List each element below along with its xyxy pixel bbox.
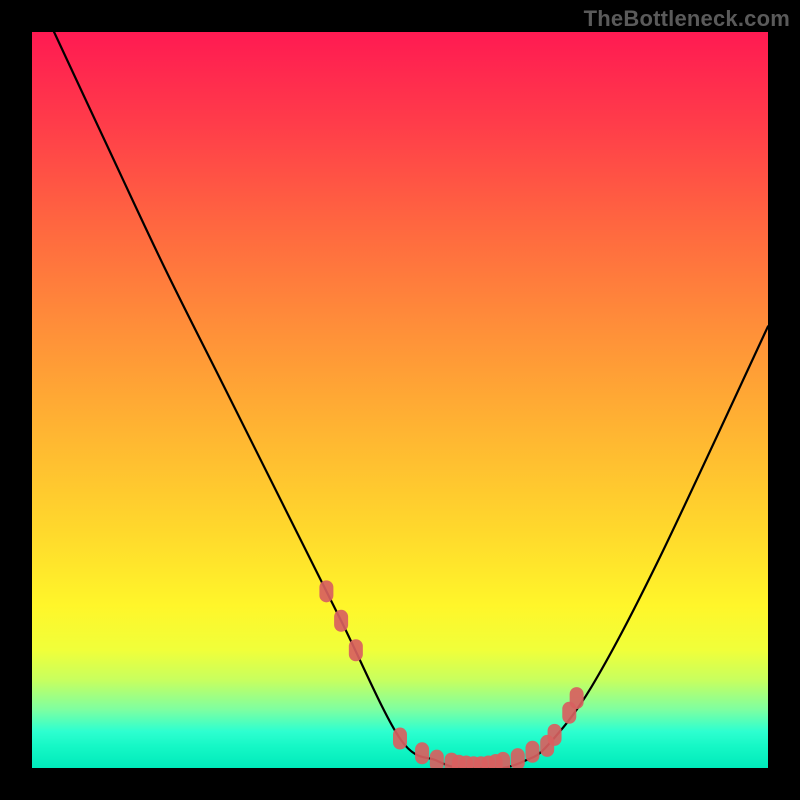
chart-svg [32, 32, 768, 768]
highlight-dot [430, 750, 444, 768]
highlight-dot [334, 610, 348, 632]
highlight-dot [570, 687, 584, 709]
highlight-dots-group [319, 580, 583, 768]
highlight-dot [548, 724, 562, 746]
highlight-dot [415, 742, 429, 764]
highlight-dot [319, 580, 333, 602]
highlight-dot [393, 728, 407, 750]
chart-frame: TheBottleneck.com [0, 0, 800, 800]
watermark-text: TheBottleneck.com [584, 6, 790, 32]
plot-area [32, 32, 768, 768]
curve-line-group [54, 32, 768, 768]
highlight-dot [349, 639, 363, 661]
highlight-dot [496, 752, 510, 768]
highlight-dot [525, 741, 539, 763]
highlight-dot [511, 748, 525, 768]
bottleneck-curve-path [54, 32, 768, 768]
